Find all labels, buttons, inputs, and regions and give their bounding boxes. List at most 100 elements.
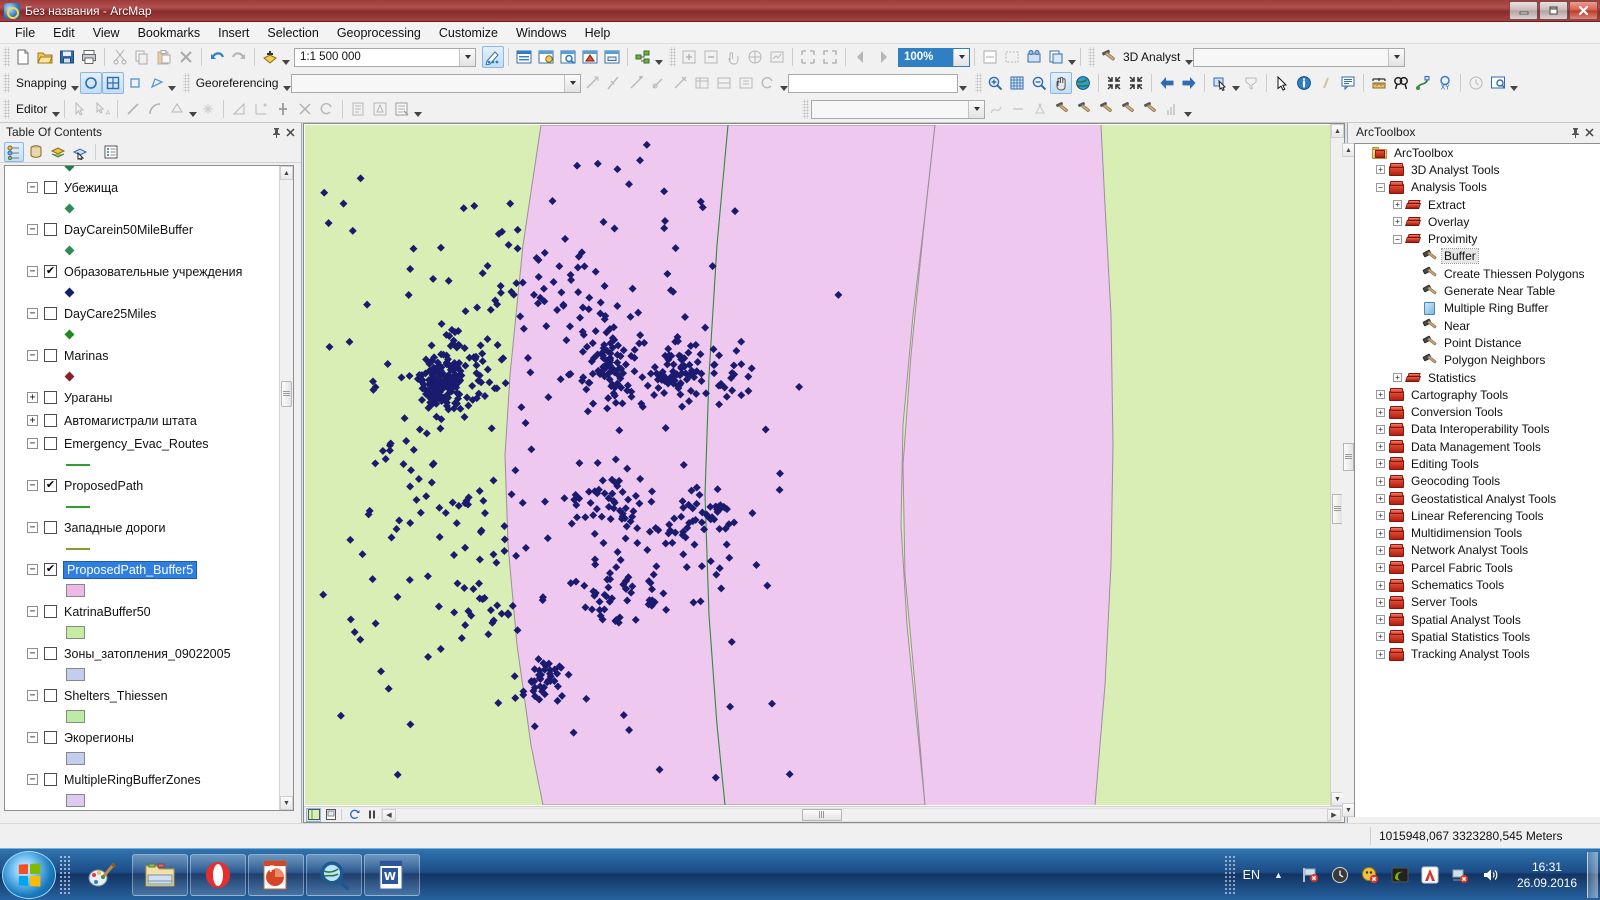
toc-layer-row[interactable]: − ProposedPath bbox=[5, 474, 279, 497]
contour-hammer-icon[interactable] bbox=[1051, 98, 1073, 120]
snapping-dropdown[interactable] bbox=[71, 72, 80, 94]
avira-icon[interactable] bbox=[1419, 864, 1441, 886]
collapse-icon[interactable]: − bbox=[27, 438, 38, 449]
expand-icon[interactable]: + bbox=[1393, 373, 1402, 382]
pan-map-icon[interactable] bbox=[722, 46, 744, 68]
menu-geoprocessing[interactable]: Geoprocessing bbox=[328, 23, 430, 43]
save-map-icon[interactable] bbox=[56, 46, 78, 68]
identify-icon[interactable] bbox=[1293, 72, 1315, 94]
taskbar-grip[interactable] bbox=[59, 854, 70, 895]
go-to-xy-icon[interactable]: XY bbox=[1434, 72, 1456, 94]
collapse-icon[interactable]: − bbox=[27, 308, 38, 319]
clear-links-icon[interactable] bbox=[669, 72, 691, 94]
pin-icon[interactable] bbox=[1568, 125, 1582, 139]
editor-toolbar-overflow[interactable] bbox=[413, 98, 422, 120]
fixed-zoom-in-icon[interactable] bbox=[1006, 72, 1028, 94]
collapse-icon[interactable]: − bbox=[27, 182, 38, 193]
change-layout-icon[interactable] bbox=[1023, 46, 1045, 68]
cut-icon[interactable] bbox=[109, 46, 131, 68]
select-features-dropdown[interactable] bbox=[1231, 72, 1240, 94]
arctoolbox-tree[interactable]: ArcToolbox +3D Analyst Tools − Analysis Too… bbox=[1354, 143, 1600, 817]
add-control-points-icon[interactable] bbox=[581, 72, 603, 94]
tray-grip[interactable] bbox=[1223, 854, 1235, 895]
layer-symbol-row[interactable] bbox=[5, 497, 279, 516]
find-route-icon[interactable] bbox=[1412, 72, 1434, 94]
collapse-icon[interactable]: − bbox=[27, 732, 38, 743]
select-elements-icon[interactable] bbox=[1271, 72, 1293, 94]
language-indicator[interactable]: EN bbox=[1243, 868, 1260, 882]
arctoolbox-tree-item[interactable]: + Overlay bbox=[1355, 213, 1600, 230]
trace-icon[interactable] bbox=[166, 98, 188, 120]
expand-icon[interactable]: + bbox=[1376, 563, 1385, 573]
menu-windows[interactable]: Windows bbox=[507, 23, 576, 43]
scroll-up-arrow-icon[interactable]: ▲ bbox=[280, 166, 293, 180]
show-hidden-icons-button[interactable]: ▲ bbox=[1274, 870, 1283, 880]
arc-segment-icon[interactable] bbox=[144, 98, 166, 120]
edit-vertices-icon[interactable] bbox=[228, 98, 250, 120]
layer-visibility-checkbox[interactable] bbox=[44, 479, 57, 492]
pin-icon[interactable] bbox=[269, 125, 283, 139]
expand-icon[interactable]: + bbox=[1376, 632, 1385, 642]
arctoolbox-tree-item[interactable]: − Analysis Tools bbox=[1355, 179, 1600, 196]
layer-visibility-checkbox[interactable] bbox=[44, 689, 57, 702]
sketch-properties-icon[interactable] bbox=[369, 98, 391, 120]
layer-visibility-checkbox[interactable] bbox=[44, 563, 57, 576]
arctoolbox-tree-item[interactable]: + Geocoding Tools bbox=[1355, 473, 1600, 490]
tools-toolbar-overflow[interactable] bbox=[1067, 46, 1076, 68]
3d-analyst-label[interactable]: 3D Analyst bbox=[1119, 50, 1184, 64]
collapse-icon[interactable]: − bbox=[27, 564, 38, 575]
3d-analyst-toolbar-overflow[interactable] bbox=[1183, 98, 1192, 120]
volume-icon[interactable] bbox=[1479, 864, 1501, 886]
arctoolbox-tree-item[interactable]: + Cartography Tools bbox=[1355, 386, 1600, 403]
expand-icon[interactable]: + bbox=[1376, 597, 1385, 607]
list-by-source-icon[interactable] bbox=[26, 142, 46, 162]
menu-help[interactable]: Help bbox=[576, 23, 620, 43]
georeferencing-grip[interactable] bbox=[182, 73, 190, 93]
intersect-icon[interactable] bbox=[294, 98, 316, 120]
toc-layer-row[interactable]: − Западные дороги bbox=[5, 516, 279, 539]
nvidia-icon[interactable] bbox=[1389, 864, 1411, 886]
editor-menu-label[interactable]: Editor bbox=[12, 102, 51, 116]
layer-visibility-checkbox[interactable] bbox=[44, 731, 57, 744]
layer-symbol-row[interactable] bbox=[5, 791, 279, 810]
select-features-icon[interactable] bbox=[1209, 72, 1231, 94]
modelbuilder-icon[interactable] bbox=[601, 46, 623, 68]
arctoolbox-tree-item[interactable]: Create Thiessen Polygons bbox=[1355, 265, 1600, 282]
expand-icon[interactable]: + bbox=[1376, 545, 1385, 555]
full-extent-icon[interactable] bbox=[744, 46, 766, 68]
layer-visibility-checkbox[interactable] bbox=[44, 521, 57, 534]
toolbar-grip[interactable] bbox=[3, 47, 10, 67]
map-horizontal-scrollbar[interactable]: ◀ ▶ bbox=[381, 807, 1342, 822]
expand-icon[interactable]: + bbox=[1376, 528, 1385, 538]
straight-segment-icon[interactable] bbox=[122, 98, 144, 120]
network-disconnected-icon[interactable] bbox=[1449, 864, 1471, 886]
arctoolbox-tree-item[interactable]: + Network Analyst Tools bbox=[1355, 542, 1600, 559]
collapse-icon[interactable]: − bbox=[1376, 182, 1385, 192]
map-scroll-right-icon[interactable]: ▶ bbox=[1327, 808, 1341, 821]
zoom-to-selection-icon[interactable] bbox=[797, 46, 819, 68]
georeferencing-toolbar-overflow[interactable] bbox=[958, 72, 967, 94]
clock-icon[interactable] bbox=[1329, 864, 1351, 886]
layer-symbol-row[interactable] bbox=[5, 199, 279, 218]
3d-analyst-grip[interactable] bbox=[1088, 47, 1095, 67]
layer-name[interactable]: MultipleRingBufferZones bbox=[64, 773, 201, 787]
map-hscroll-thumb[interactable] bbox=[802, 808, 842, 821]
zoom-in-fixed-arrows-icon[interactable] bbox=[1103, 72, 1125, 94]
attributes-icon[interactable] bbox=[347, 98, 369, 120]
arccatalog-icon[interactable] bbox=[579, 46, 601, 68]
fit-to-display-icon[interactable] bbox=[713, 72, 735, 94]
layer-visibility-checkbox[interactable] bbox=[44, 181, 57, 194]
arctoolbox-tree-item[interactable]: + Server Tools bbox=[1355, 594, 1600, 611]
clear-selection-icon[interactable] bbox=[1240, 72, 1262, 94]
menu-customize[interactable]: Customize bbox=[430, 23, 507, 43]
close-icon[interactable] bbox=[283, 125, 297, 139]
auto-register-icon[interactable] bbox=[603, 72, 625, 94]
chevron-down-icon[interactable] bbox=[1388, 48, 1405, 66]
collapse-icon[interactable]: − bbox=[27, 522, 38, 533]
menu-view[interactable]: View bbox=[84, 23, 129, 43]
chevron-down-icon[interactable] bbox=[953, 48, 969, 66]
expand-icon[interactable]: + bbox=[1376, 649, 1385, 659]
standard-toolbar-overflow[interactable] bbox=[654, 46, 663, 68]
close-icon[interactable] bbox=[1582, 125, 1596, 139]
layer-visibility-checkbox[interactable] bbox=[44, 437, 57, 450]
